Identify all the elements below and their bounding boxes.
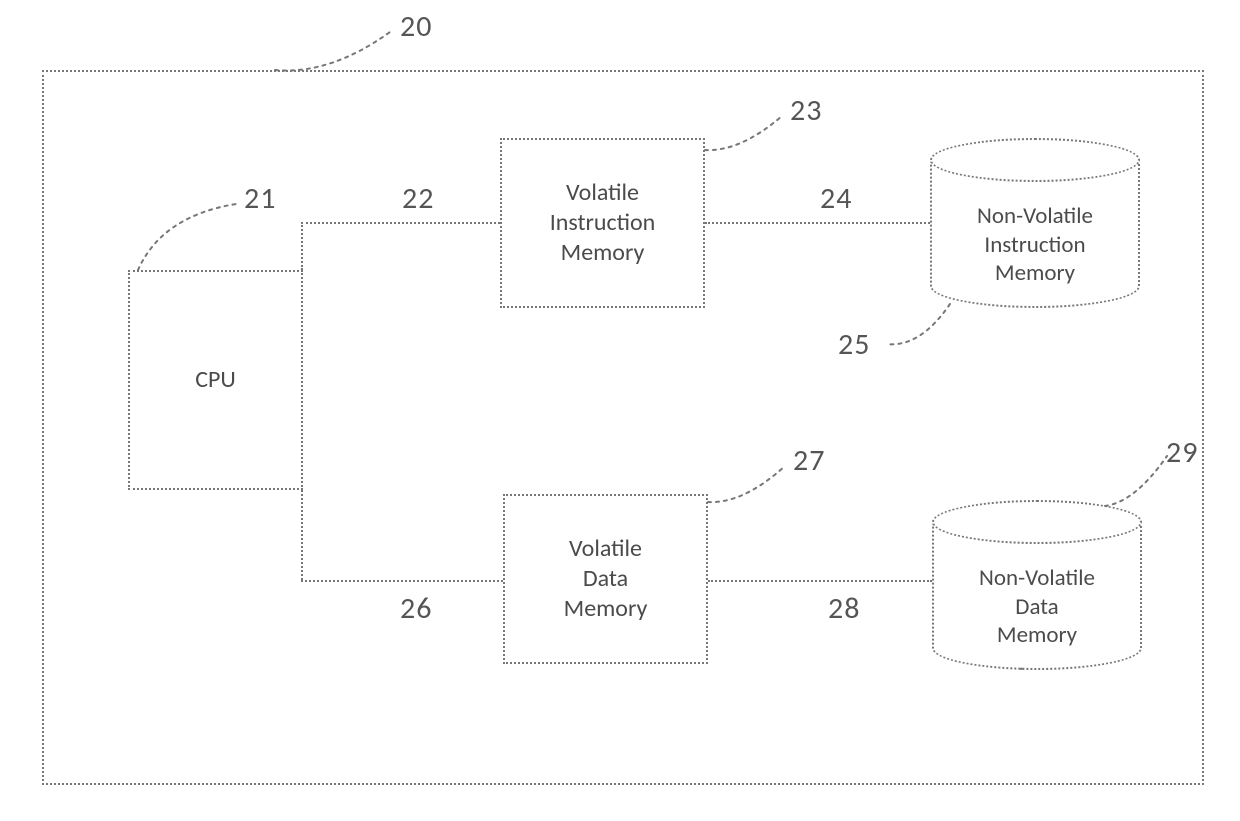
nonvolatile-instruction-memory-label: Non-Volatile Instruction Memory — [977, 202, 1093, 288]
diagram-stage: CPU Volatile Instruction Memory Volatile… — [0, 0, 1240, 821]
volatile-instruction-memory-block: Volatile Instruction Memory — [500, 138, 705, 308]
lead-25 — [880, 300, 960, 355]
connector-data-to-nvdata — [708, 580, 932, 582]
lead-23 — [700, 110, 790, 160]
label-22: 22 — [402, 180, 434, 217]
label-26: 26 — [400, 590, 432, 627]
nonvolatile-data-memory-label: Non-Volatile Data Memory — [979, 564, 1095, 650]
label-24: 24 — [820, 180, 852, 217]
volatile-instruction-memory-label: Volatile Instruction Memory — [550, 178, 656, 268]
volatile-data-memory-label: Volatile Data Memory — [564, 534, 648, 624]
label-23: 23 — [790, 92, 822, 129]
cpu-label: CPU — [195, 365, 236, 395]
lead-20 — [270, 20, 400, 75]
connector-instr-to-nvinstr — [705, 222, 930, 224]
label-27: 27 — [793, 442, 825, 479]
connector-cpu-to-data-v — [301, 490, 303, 580]
label-28: 28 — [828, 590, 860, 627]
lead-27 — [703, 460, 793, 510]
label-25: 25 — [838, 326, 870, 363]
volatile-data-memory-block: Volatile Data Memory — [503, 494, 708, 664]
cpu-block: CPU — [128, 270, 303, 490]
label-29: 29 — [1166, 434, 1198, 471]
label-20: 20 — [400, 8, 432, 45]
nonvolatile-data-memory-cylinder: Non-Volatile Data Memory — [932, 500, 1142, 670]
connector-cpu-to-instr-h — [301, 222, 500, 224]
connector-cpu-to-data-h — [301, 580, 503, 582]
nonvolatile-instruction-memory-cylinder: Non-Volatile Instruction Memory — [930, 138, 1140, 308]
label-21: 21 — [244, 180, 276, 217]
lead-21 — [132, 198, 242, 276]
lead-29 — [1095, 450, 1175, 510]
connector-cpu-to-instr-v — [301, 222, 303, 270]
